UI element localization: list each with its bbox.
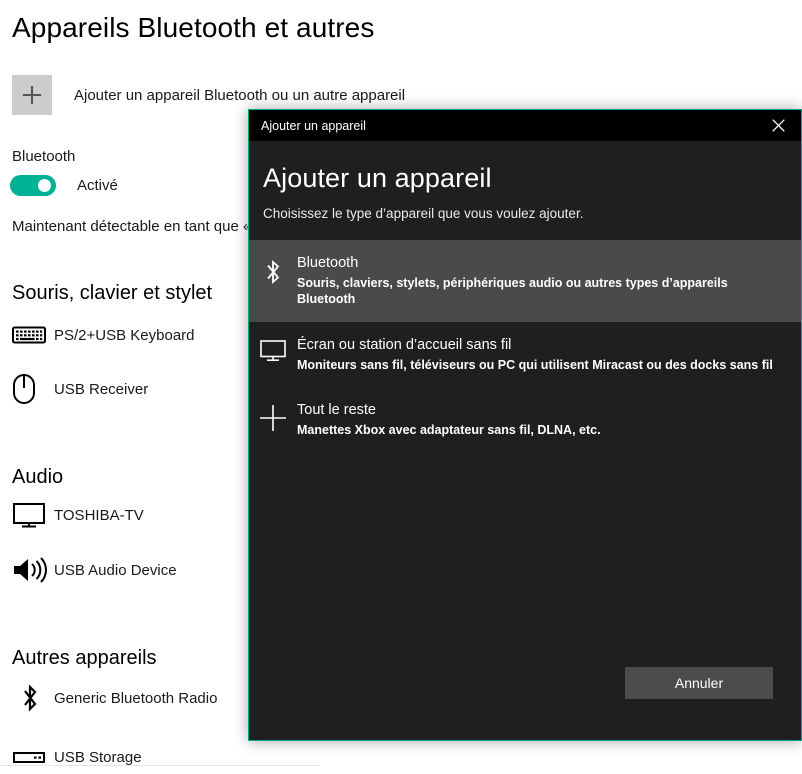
device-label: USB Receiver — [54, 380, 149, 398]
cancel-button[interactable]: Annuler — [625, 667, 773, 699]
bluetooth-toggle[interactable] — [10, 175, 56, 196]
device-label: USB Storage — [54, 748, 142, 766]
dialog-subheading: Choisissez le type d’appareil que vous v… — [263, 206, 584, 221]
page-title: Appareils Bluetooth et autres — [12, 12, 375, 43]
bluetooth-toggle-row[interactable]: Activé — [10, 175, 118, 196]
device-row[interactable]: USB Audio Device — [12, 553, 242, 587]
speaker-icon — [12, 555, 54, 585]
dialog-option-wireless-display[interactable]: Écran ou station d’accueil sans fil Moni… — [249, 322, 801, 387]
plus-icon — [12, 75, 52, 115]
device-row[interactable]: USB Receiver — [12, 372, 242, 406]
bluetooth-toggle-label: Activé — [77, 177, 118, 194]
dialog-option-bluetooth[interactable]: Bluetooth Souris, claviers, stylets, pér… — [249, 240, 801, 322]
dialog-option-description: Manettes Xbox avec adaptateur sans fil, … — [297, 423, 601, 438]
monitor-icon — [249, 336, 297, 362]
group-heading-other-devices: Autres appareils — [12, 647, 157, 669]
device-label: Generic Bluetooth Radio — [54, 689, 218, 707]
dialog-option-description: Moniteurs sans fil, téléviseurs ou PC qu… — [297, 357, 773, 372]
dialog-option-title: Écran ou station d’accueil sans fil — [297, 336, 512, 353]
group-heading-mouse-keyboard: Souris, clavier et stylet — [12, 282, 213, 304]
device-label: USB Audio Device — [54, 561, 177, 579]
dialog-option-title: Tout le reste — [297, 402, 376, 418]
add-device-label: Ajouter un appareil Bluetooth ou un autr… — [74, 86, 406, 104]
dialog-titlebar: Ajouter un appareil — [249, 110, 801, 141]
device-label: PS/2+USB Keyboard — [54, 326, 195, 344]
device-row[interactable]: TOSHIBA-TV — [12, 498, 242, 532]
dialog-option-everything-else[interactable]: Tout le reste Manettes Xbox avec adaptat… — [249, 387, 801, 452]
bluetooth-icon — [249, 254, 297, 286]
dialog-footer: Annuler — [249, 648, 801, 740]
dialog-heading: Ajouter un appareil — [263, 163, 492, 193]
bluetooth-section-heading: Bluetooth — [12, 148, 76, 165]
dialog-option-title: Bluetooth — [297, 255, 359, 271]
dialog-body: Ajouter un appareil Choisissez le type d… — [249, 163, 801, 452]
device-row[interactable]: PS/2+USB Keyboard — [12, 318, 242, 352]
discoverable-status-text: Maintenant détectable en tant que « — [12, 218, 252, 235]
dialog-titlebar-title: Ajouter un appareil — [261, 118, 366, 133]
plus-icon — [249, 401, 297, 431]
add-device-dialog: Ajouter un appareil Ajouter un appareil … — [248, 109, 802, 741]
close-icon[interactable] — [755, 110, 801, 141]
bluetooth-icon — [12, 683, 54, 713]
keyboard-icon — [12, 324, 54, 346]
group-heading-audio: Audio — [12, 466, 64, 488]
divider — [0, 765, 320, 766]
device-row[interactable]: USB Storage — [12, 740, 242, 774]
dialog-option-list: Bluetooth Souris, claviers, stylets, pér… — [249, 240, 801, 452]
device-row[interactable]: Generic Bluetooth Radio — [12, 681, 242, 715]
dialog-option-description: Souris, claviers, stylets, périphériques… — [297, 276, 728, 307]
mouse-icon — [12, 373, 54, 405]
monitor-icon — [12, 502, 54, 528]
device-label: TOSHIBA-TV — [54, 506, 144, 524]
usb-storage-icon — [12, 749, 54, 765]
